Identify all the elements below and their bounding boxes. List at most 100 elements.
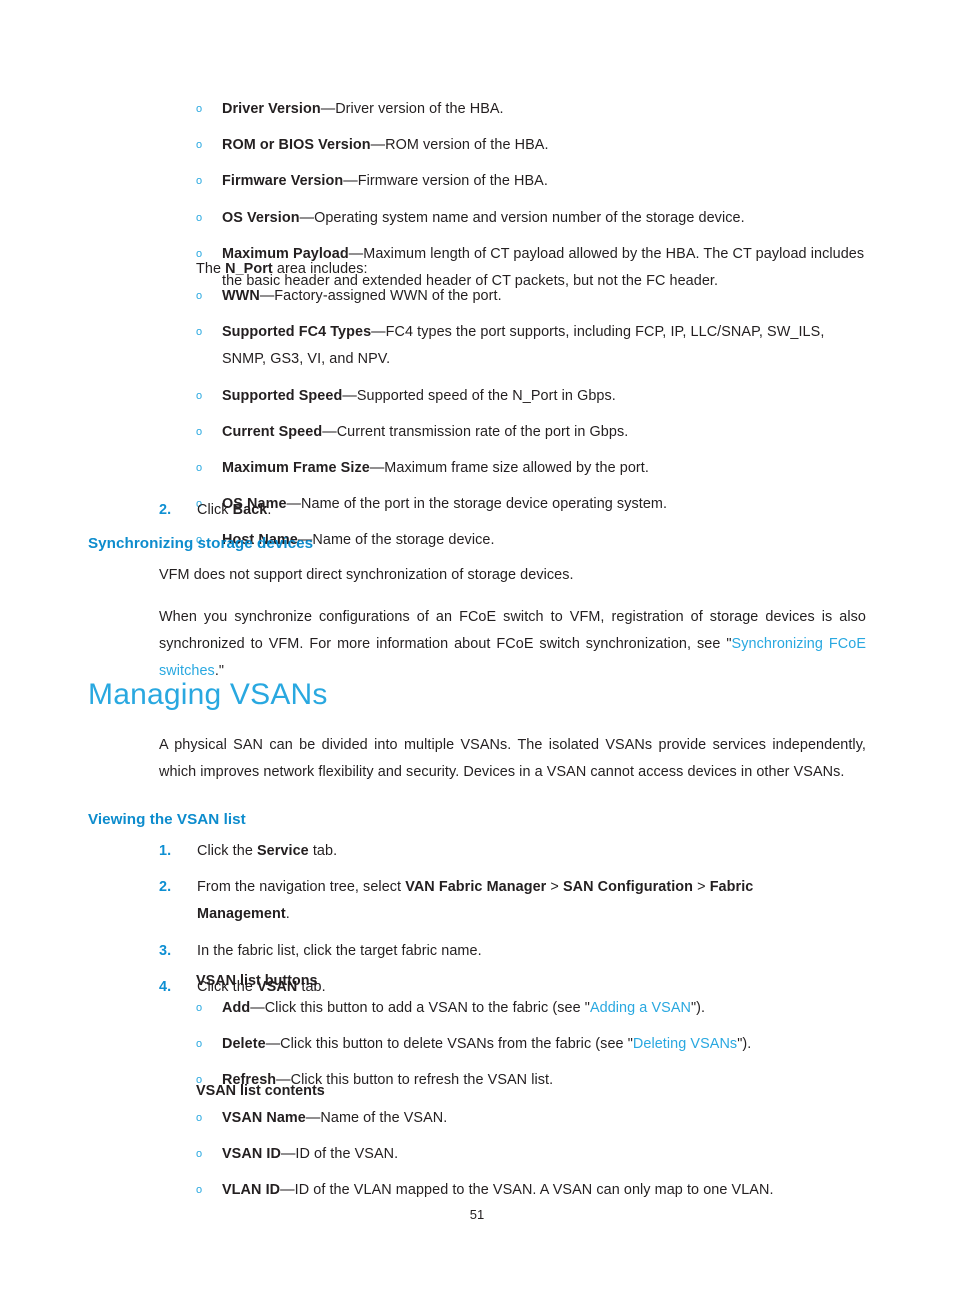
- em-dash: —: [265, 1036, 281, 1053]
- step-item: 1. Click the Service tab.: [159, 838, 789, 865]
- bullet-marker-icon: o: [196, 389, 203, 402]
- em-dash: —: [250, 1000, 265, 1016]
- bullet-marker-icon: o: [196, 103, 203, 115]
- term-description: ROM version of the HBA.: [385, 137, 549, 154]
- page-number: 51: [469, 1207, 485, 1222]
- step-emphasis: Service: [256, 843, 309, 859]
- step-text: Click the: [197, 843, 257, 859]
- em-dash: —: [342, 387, 357, 404]
- vsan-intro-paragraph: A physical SAN can be divided into multi…: [159, 737, 866, 781]
- term-description: Driver version of the HBA.: [335, 101, 504, 117]
- step-text: .: [285, 906, 290, 923]
- step-back-term: Back: [232, 502, 268, 518]
- step-number: 1.: [159, 843, 172, 859]
- sync-para2-after: .": [214, 663, 225, 680]
- bullet-marker-icon: o: [196, 139, 203, 152]
- em-dash: —: [369, 460, 385, 477]
- bullet-marker-icon: o: [196, 462, 203, 475]
- list-item: o Maximum Frame Size—Maximum frame size a…: [196, 455, 866, 482]
- em-dash: —: [371, 324, 386, 341]
- step-text: >: [693, 879, 710, 896]
- heading-viewing-the-vsan-list: Viewing the VSAN list: [88, 811, 246, 828]
- step-click-back: 2. Click Back.: [159, 497, 859, 524]
- step-back-before: Click: [197, 502, 233, 518]
- term-label: Add: [222, 1000, 251, 1016]
- bullet-marker-icon: o: [196, 1112, 203, 1124]
- term-label: Firmware Version: [222, 173, 344, 190]
- term-label: Delete: [222, 1036, 266, 1053]
- bullet-marker-icon: o: [196, 326, 203, 339]
- step-text: In the fabric list, click the target fab…: [197, 942, 482, 959]
- bullet-marker-icon: o: [196, 1038, 203, 1051]
- list-item: o OS Version—Operating system name and ve…: [196, 205, 866, 232]
- term-label: ROM or BIOS Version: [222, 137, 371, 154]
- heading-managing-vsans: Managing VSANs: [88, 678, 328, 711]
- list-item: o Supported Speed—Supported speed of the …: [196, 383, 866, 410]
- bullet-marker-icon: o: [196, 175, 203, 188]
- step-item: 2. From the navigation tree, select VAN F…: [159, 874, 789, 928]
- step-item: 3. In the fabric list, click the target f…: [159, 938, 789, 965]
- subheading-vsan-list-contents: VSAN list contents: [196, 1083, 325, 1099]
- list-item: o VSAN ID—ID of the VSAN.: [196, 1141, 866, 1168]
- term-description: Supported speed of the N_Port in Gbps.: [356, 387, 616, 404]
- document-page: o Driver Version—Driver version of the HB…: [0, 0, 954, 1296]
- term-label: Driver Version: [222, 101, 321, 117]
- term-label: Supported Speed: [222, 387, 343, 404]
- step-number: 3.: [159, 942, 172, 959]
- term-label: VLAN ID: [222, 1182, 281, 1199]
- bullet-marker-icon: o: [196, 1184, 203, 1197]
- term-description: Name of the VSAN.: [320, 1110, 448, 1126]
- cross-reference-link[interactable]: Deleting VSANs: [633, 1036, 737, 1052]
- step-number: 4.: [159, 978, 172, 995]
- nport-intro-term: N_Port: [225, 261, 273, 277]
- term-label: Maximum Frame Size: [222, 460, 370, 477]
- em-dash: —: [370, 137, 386, 154]
- em-dash: —: [280, 1146, 296, 1163]
- bullet-marker-icon: o: [196, 1148, 203, 1161]
- step-number: 2.: [159, 502, 172, 518]
- term-description: ID of the VSAN.: [295, 1146, 399, 1163]
- sync-paragraph-1: VFM does not support direct synchronizat…: [159, 567, 574, 583]
- term-description: Current transmission rate of the port in…: [336, 423, 629, 440]
- term-label: VSAN ID: [222, 1146, 281, 1163]
- term-label: OS Version: [222, 209, 300, 226]
- term-description: Firmware version of the HBA.: [357, 173, 548, 190]
- list-item: o Delete—Click this button to delete VSAN…: [196, 1031, 866, 1058]
- vsan-list-contents-section: o VSAN Name—Name of the VSAN. o VSAN ID—ID …: [196, 1105, 866, 1205]
- list-item: o ROM or BIOS Version—ROM version of the …: [196, 132, 866, 159]
- sync-paragraph-2: When you synchronize configurations of a…: [159, 604, 866, 686]
- list-item: o VSAN Name—Name of the VSAN.: [196, 1105, 866, 1132]
- em-dash: —: [343, 173, 358, 190]
- bullet-marker-icon: o: [196, 290, 203, 302]
- list-item: o WWN—Factory-assigned WWN of the port.: [196, 283, 866, 310]
- cross-reference-link[interactable]: Adding a VSAN: [590, 1000, 691, 1016]
- step-number: 2.: [159, 879, 172, 896]
- em-dash: —: [322, 423, 337, 440]
- em-dash: —: [299, 209, 315, 226]
- list-item: o Driver Version—Driver version of the HB…: [196, 96, 866, 123]
- term-description-before: Click this button to add a VSAN to the f…: [264, 1000, 590, 1016]
- list-item: o VLAN ID—ID of the VLAN mapped to the VS…: [196, 1177, 866, 1204]
- step-back-after: .: [267, 502, 272, 518]
- term-label: Supported FC4 Types: [222, 324, 372, 341]
- term-description-after: ").: [737, 1036, 752, 1053]
- term-label: VSAN Name: [222, 1110, 306, 1126]
- heading-synchronizing-storage-devices: Synchronizing storage devices: [88, 535, 314, 552]
- step-emphasis: SAN Configuration: [562, 879, 694, 896]
- term-label: WWN: [222, 288, 260, 304]
- term-description: Operating system name and version number…: [314, 209, 745, 226]
- step-text: tab.: [308, 843, 338, 859]
- term-description: Maximum frame size allowed by the port.: [384, 460, 649, 477]
- em-dash: —: [320, 101, 336, 117]
- nport-intro-after: area includes:: [272, 261, 368, 277]
- list-item: o Add—Click this button to add a VSAN to …: [196, 995, 866, 1022]
- list-item: o Current Speed—Current transmission rate…: [196, 419, 866, 446]
- term-description-before: Click this button to delete VSANs from t…: [280, 1036, 633, 1053]
- em-dash: —: [280, 1182, 295, 1199]
- list-item: o Supported FC4 Types—FC4 types the port …: [196, 319, 866, 373]
- list-item: o Firmware Version—Firmware version of th…: [196, 168, 866, 195]
- step-text: From the navigation tree, select: [197, 879, 406, 896]
- term-description: ID of the VLAN mapped to the VSAN. A VSA…: [294, 1182, 774, 1199]
- bullet-marker-icon: o: [196, 1002, 203, 1014]
- step-emphasis: VAN Fabric Manager: [405, 879, 547, 896]
